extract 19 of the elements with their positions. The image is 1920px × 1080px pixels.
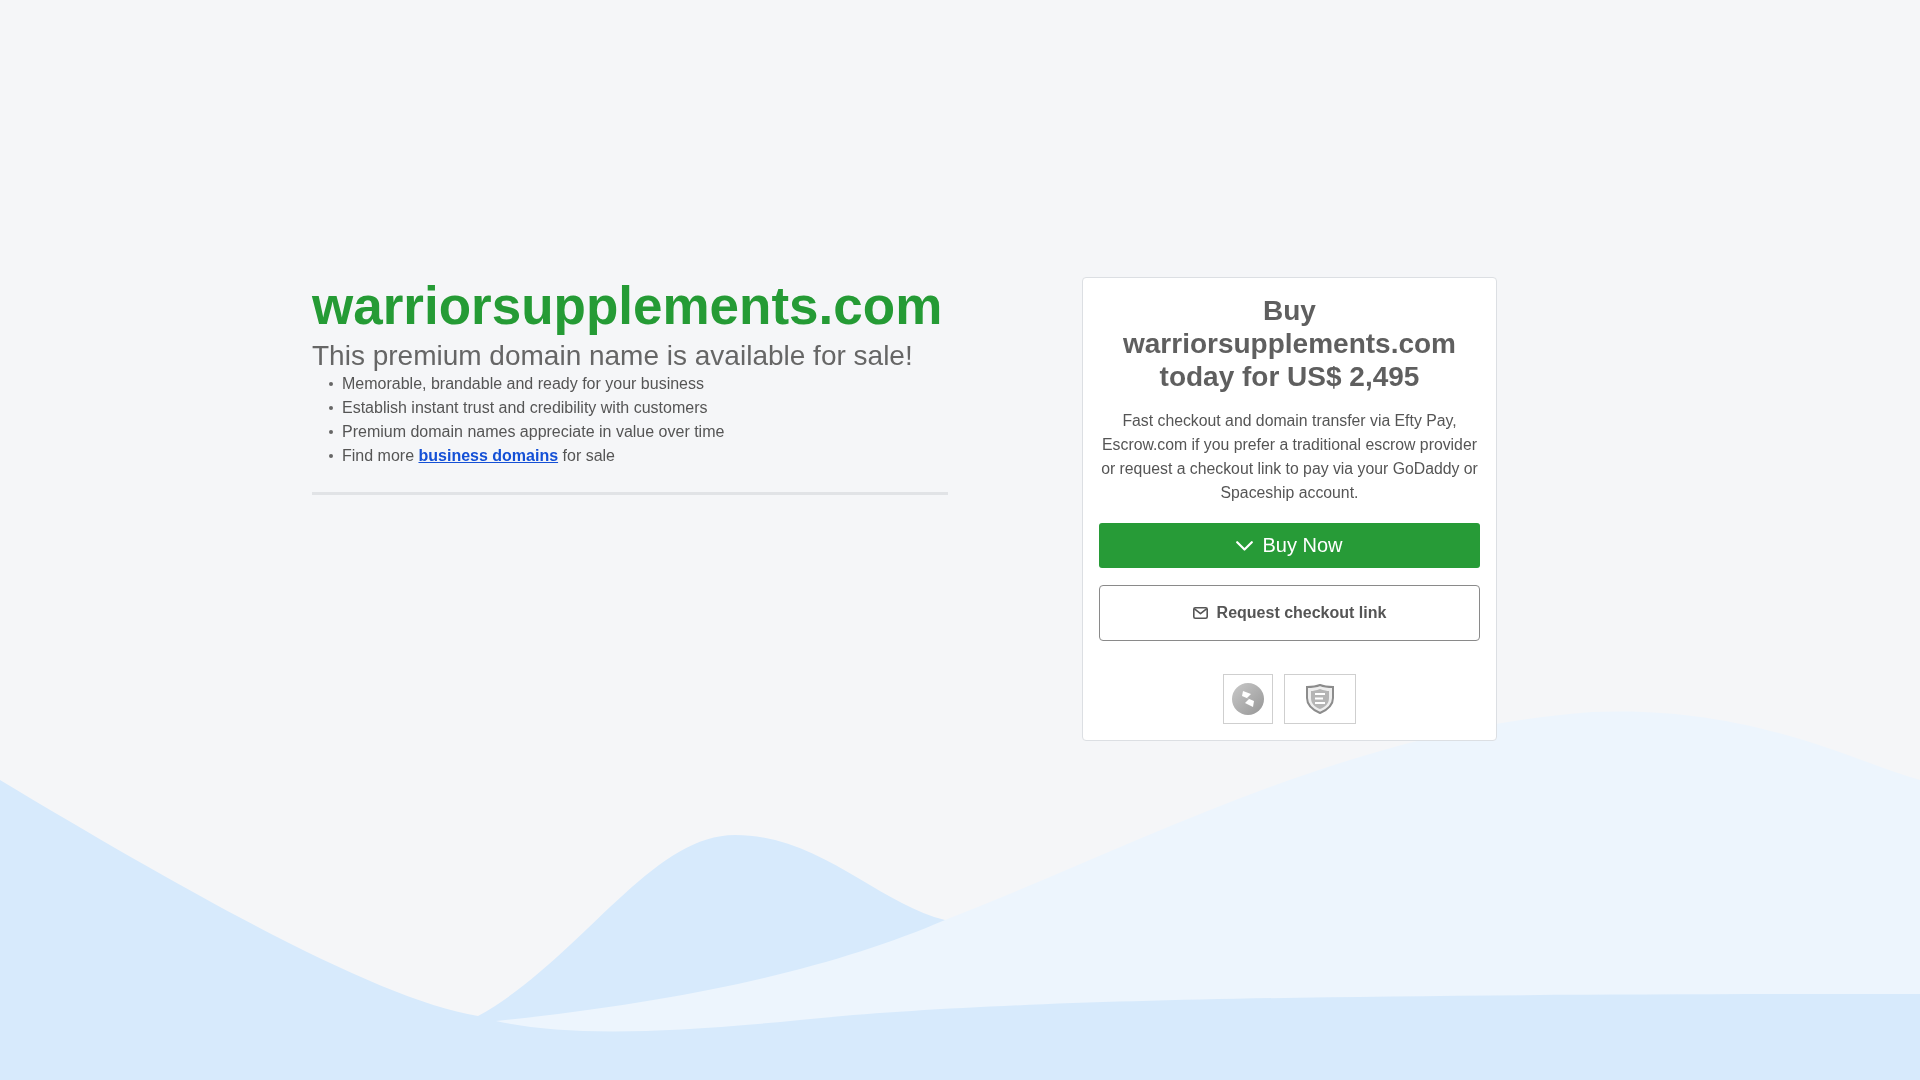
chevron-down-icon (1236, 540, 1254, 551)
feature-text: Memorable, brandable and ready for your business (342, 374, 704, 394)
bullet-icon (329, 430, 333, 434)
offer-description: Fast checkout and domain transfer via Efty Pay, Escrow.com if you prefer a traditional escrow provider or request a checkout link to pay via your GoDaddy or Spaceship account. (1100, 411, 1479, 503)
mail-icon (1192, 607, 1208, 619)
shield-icon (1284, 674, 1356, 724)
bullet-icon (329, 406, 333, 410)
sale-tagline: This premium domain name is available for sale! (312, 340, 914, 372)
feature-text: Find more business domains for sale (342, 446, 615, 466)
request-link-button[interactable]: Request checkout link (1099, 585, 1480, 641)
domain-heading: warriorsupplements.com (312, 277, 944, 335)
circle-logo-icon (1223, 674, 1273, 724)
offer-title: Buy warriorsupplements.com today for US$ 2,495 (1122, 294, 1457, 393)
feature-text: Premium domain names appreciate in value over time (342, 422, 725, 442)
bullet-icon (329, 382, 333, 386)
text-link[interactable]: business domains (418, 447, 559, 464)
buy-now-button[interactable]: Buy Now (1099, 523, 1480, 568)
feature-text: Establish instant trust and credibility with customers (342, 398, 708, 418)
bullet-icon (329, 454, 333, 458)
